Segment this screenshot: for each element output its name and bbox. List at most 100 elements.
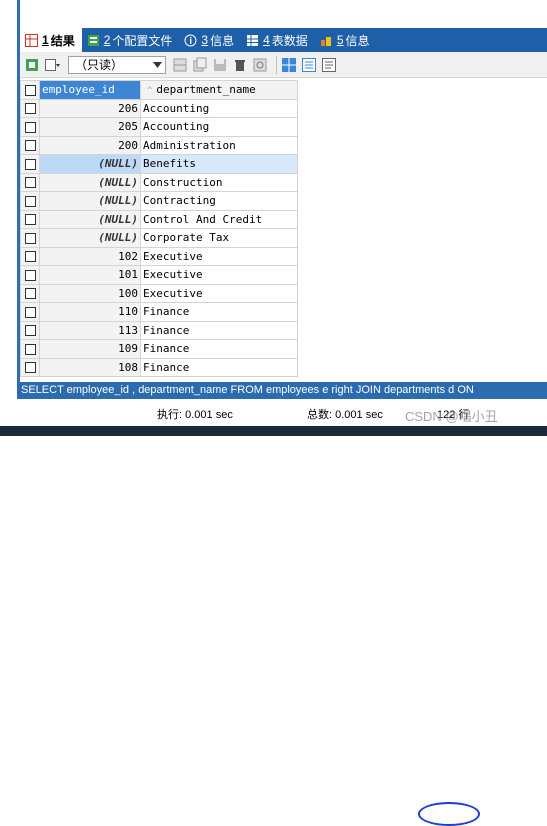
cell-department-name[interactable]: Finance — [140, 302, 298, 322]
cell-department-name[interactable]: Executive — [140, 246, 298, 266]
table-row[interactable]: 206 Accounting — [20, 98, 298, 118]
checkbox-icon — [24, 84, 36, 96]
table-row[interactable]: 110 Finance — [20, 302, 298, 322]
tab-info[interactable]: 3 信息 — [179, 28, 241, 52]
cell-department-name[interactable]: Contracting — [140, 191, 298, 211]
row-checkbox[interactable] — [20, 357, 40, 377]
result-tab-bar: 1 结果 2 个配置文件 3 信息 4 表数据 5 信息 — [20, 28, 547, 52]
tab-results[interactable]: 1 结果 — [20, 28, 82, 52]
cell-employee-id[interactable]: 100 — [39, 283, 141, 303]
cell-department-name[interactable]: Accounting — [140, 98, 298, 118]
table-row[interactable]: (NULL) Control And Credit — [20, 209, 298, 229]
cell-department-name[interactable]: Finance — [140, 320, 298, 340]
status-bar: 执行: 0.001 sec 总数: 0.001 sec 122 行 CSDN @… — [0, 400, 547, 826]
row-checkbox[interactable] — [20, 339, 40, 359]
form-view-icon[interactable] — [301, 57, 317, 73]
view-dropdown-icon[interactable] — [44, 57, 60, 73]
table-row[interactable]: (NULL) Construction — [20, 172, 298, 192]
editor-area[interactable] — [20, 0, 547, 28]
cell-employee-id[interactable]: 205 — [39, 117, 141, 137]
history-icon — [320, 36, 331, 46]
cell-employee-id[interactable]: (NULL) — [39, 172, 141, 192]
grid-result-icon — [25, 33, 38, 47]
table-row[interactable]: 109 Finance — [20, 339, 298, 359]
cell-department-name[interactable]: Corporate Tax — [140, 228, 298, 248]
row-checkbox[interactable] — [20, 98, 40, 118]
delete-icon[interactable] — [232, 57, 248, 73]
cell-employee-id[interactable]: 108 — [39, 357, 141, 377]
select-all-checkbox[interactable] — [20, 80, 40, 100]
duplicate-row-icon[interactable] — [192, 57, 208, 73]
total-time: 总数: 0.001 sec — [307, 409, 383, 421]
cell-department-name[interactable]: Administration — [140, 135, 298, 155]
cell-department-name[interactable]: Benefits — [140, 154, 298, 174]
refresh-icon[interactable] — [252, 57, 268, 73]
cell-department-name[interactable]: Executive — [140, 283, 298, 303]
column-header-label: department_name — [156, 83, 256, 97]
table-row[interactable]: 101 Executive — [20, 265, 298, 285]
os-taskbar — [0, 426, 547, 436]
cell-department-name[interactable]: Executive — [140, 265, 298, 285]
grid-view-icon[interactable] — [281, 57, 297, 73]
cell-department-name[interactable]: Finance — [140, 339, 298, 359]
cell-employee-id[interactable]: 110 — [39, 302, 141, 322]
table-row[interactable]: 200 Administration — [20, 135, 298, 155]
cell-department-name[interactable]: Accounting — [140, 117, 298, 137]
tab-number: 5 — [336, 33, 344, 47]
cell-department-name[interactable]: Finance — [140, 357, 298, 377]
table-row[interactable]: 205 Accounting — [20, 117, 298, 137]
table-row[interactable]: (NULL) Corporate Tax — [20, 228, 298, 248]
row-checkbox[interactable] — [20, 283, 40, 303]
readonly-mode-select[interactable]: （只读） — [68, 55, 166, 74]
tab-label: 表数据 — [271, 33, 308, 48]
column-header-employee-id[interactable]: employee_id — [39, 80, 141, 100]
row-checkbox[interactable] — [20, 246, 40, 266]
cell-employee-id[interactable]: 113 — [39, 320, 141, 340]
text-view-icon[interactable] — [321, 57, 337, 73]
checkbox-icon — [24, 251, 36, 263]
save-icon[interactable] — [212, 57, 228, 73]
table-row[interactable]: (NULL) Benefits — [20, 154, 298, 174]
cell-employee-id[interactable]: (NULL) — [39, 209, 141, 229]
cell-employee-id[interactable]: (NULL) — [39, 228, 141, 248]
row-checkbox[interactable] — [20, 228, 40, 248]
column-header-department-name[interactable]: ^ department_name — [140, 80, 298, 100]
tab-label: 结果 — [50, 33, 75, 48]
tab-profiles[interactable]: 2 个配置文件 — [82, 28, 180, 52]
row-checkbox[interactable] — [20, 209, 40, 229]
row-checkbox[interactable] — [20, 191, 40, 211]
table-header-row: employee_id ^ department_name — [20, 80, 298, 100]
cell-employee-id[interactable]: 206 — [39, 98, 141, 118]
table-row[interactable]: (NULL) Contracting — [20, 191, 298, 211]
tab-history[interactable]: 5 信息 — [315, 28, 377, 52]
query-result-panel: 1 结果 2 个配置文件 3 信息 4 表数据 5 信息 （只读） employ… — [0, 0, 547, 400]
cell-employee-id[interactable]: (NULL) — [39, 154, 141, 174]
cell-employee-id[interactable]: 200 — [39, 135, 141, 155]
checkbox-icon — [24, 214, 36, 226]
checkbox-icon — [24, 325, 36, 337]
tab-table-data[interactable]: 4 表数据 — [241, 28, 315, 52]
cell-employee-id[interactable]: 101 — [39, 265, 141, 285]
readonly-mode-label: （只读） — [75, 58, 124, 72]
row-checkbox[interactable] — [20, 172, 40, 192]
table-row[interactable]: 113 Finance — [20, 320, 298, 340]
cell-employee-id[interactable]: (NULL) — [39, 191, 141, 211]
row-checkbox[interactable] — [20, 154, 40, 174]
cell-department-name[interactable]: Control And Credit — [140, 209, 298, 229]
table-row[interactable]: 100 Executive — [20, 283, 298, 303]
cell-department-name[interactable]: Construction — [140, 172, 298, 192]
tab-number: 2 — [103, 33, 111, 47]
export-icon[interactable] — [24, 57, 40, 73]
row-checkbox[interactable] — [20, 265, 40, 285]
row-checkbox[interactable] — [20, 320, 40, 340]
row-checkbox[interactable] — [20, 302, 40, 322]
cell-employee-id[interactable]: 109 — [39, 339, 141, 359]
row-checkbox[interactable] — [20, 117, 40, 137]
cell-employee-id[interactable]: 102 — [39, 246, 141, 266]
chevron-down-icon — [153, 61, 162, 68]
table-row[interactable]: 108 Finance — [20, 357, 298, 377]
tab-number: 3 — [201, 33, 209, 47]
row-checkbox[interactable] — [20, 135, 40, 155]
insert-row-icon[interactable] — [172, 57, 188, 73]
table-row[interactable]: 102 Executive — [20, 246, 298, 266]
